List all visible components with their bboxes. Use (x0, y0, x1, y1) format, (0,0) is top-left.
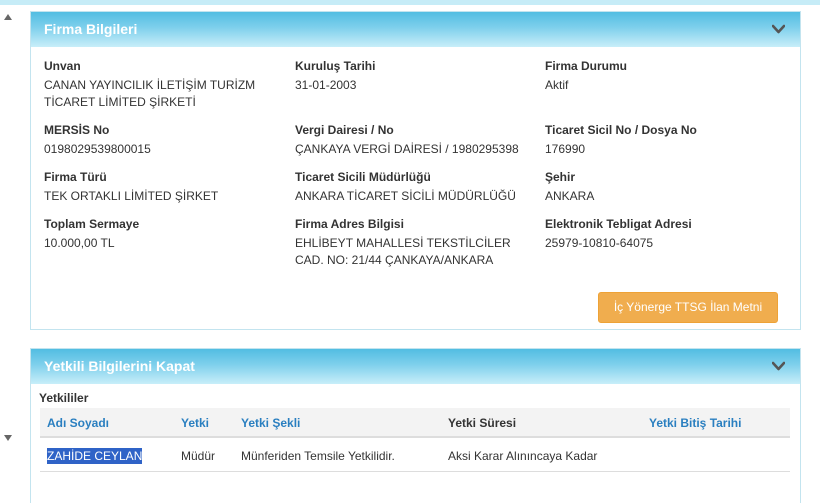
adres-field: Firma Adres Bilgisi EHLİBEYT MAHALLESİ T… (295, 217, 511, 269)
mudurluk-field: Ticaret Sicili Müdürlüğü ANKARA TİCARET … (295, 170, 516, 205)
cell-adi-soyadi: ZAHİDE CEYLAN (47, 448, 143, 464)
chevron-down-icon[interactable] (772, 23, 785, 36)
column-yetki[interactable]: Yetki (181, 416, 209, 430)
column-yetki-bitis-tarihi[interactable]: Yetki Bitiş Tarihi (649, 416, 741, 430)
kurulus-value: 31-01-2003 (295, 78, 357, 92)
mersis-label: MERSİS No (44, 123, 110, 137)
column-adi-soyadi[interactable]: Adı Soyadı (47, 416, 109, 430)
column-yetki-sekli[interactable]: Yetki Şekli (241, 416, 300, 430)
kurulus-label: Kuruluş Tarihi (295, 59, 376, 73)
cell-yetki: Müdür (181, 449, 216, 463)
ic-yonerge-button[interactable]: İç Yönerge TTSG İlan Metni (598, 292, 778, 323)
unvan-line-1: CANAN YAYINCILIK İLETİŞİM TURİZM (44, 78, 256, 92)
yetkili-bilgileri-header[interactable]: Yetkili Bilgilerini Kapat (31, 349, 800, 384)
column-yetki-suresi: Yetki Süresi (448, 416, 517, 430)
durum-value: Aktif (545, 78, 569, 92)
unvan-line-2: TİCARET LİMİTED ŞİRKETİ (44, 95, 196, 109)
panel-title: Firma Bilgileri (44, 21, 138, 37)
tur-field: Firma Türü TEK ORTAKLI LİMİTED ŞİRKET (44, 170, 218, 205)
adres-line-1: EHLİBEYT MAHALLESİ TEKSTİLCİLER (295, 236, 511, 250)
tebligat-value: 25979-10810-64075 (545, 236, 654, 250)
yetkili-bilgileri-panel: Yetkili Bilgilerini Kapat Yetkililer Adı… (30, 348, 801, 503)
sicil-field: Ticaret Sicil No / Dosya No 176990 (545, 123, 697, 158)
selected-text[interactable]: ZAHİDE CEYLAN (47, 448, 143, 464)
firma-bilgileri-panel: Firma Bilgileri Unvan CANAN YAYINCILIK İ… (30, 11, 801, 330)
chevron-down-icon[interactable] (772, 360, 785, 373)
vergi-field: Vergi Dairesi / No ÇANKAYA VERGİ DAİRESİ… (295, 123, 519, 158)
unvan-label: Unvan (44, 59, 81, 73)
sicil-value: 176990 (545, 142, 586, 156)
yetkililer-table-header: Adı Soyadı Yetki Yetki Şekli Yetki Süres… (40, 408, 790, 438)
unvan-field: Unvan CANAN YAYINCILIK İLETİŞİM TURİZM T… (44, 59, 255, 111)
vergi-value: ÇANKAYA VERGİ DAİRESİ / 1980295398 (295, 142, 519, 156)
scroll-up-arrow-icon[interactable] (4, 14, 12, 20)
tebligat-field: Elektronik Tebligat Adresi 25979-10810-6… (545, 217, 692, 252)
unvan-value: CANAN YAYINCILIK İLETİŞİM TURİZM TİCARET… (44, 77, 255, 111)
yetkililer-subtitle: Yetkililer (39, 391, 89, 405)
durum-field: Firma Durumu Aktif (545, 59, 627, 94)
sermaye-field: Toplam Sermaye 10.000,00 TL (44, 217, 139, 252)
tur-value: TEK ORTAKLI LİMİTED ŞİRKET (44, 189, 219, 203)
adres-value: EHLİBEYT MAHALLESİ TEKSTİLCİLER CAD. NO:… (295, 235, 511, 269)
sehir-value: ANKARA (545, 189, 595, 203)
cell-yetki-sekli: Münferiden Temsile Yetkilidir. (241, 449, 395, 463)
sehir-label: Şehir (545, 170, 576, 184)
vergi-label: Vergi Dairesi / No (295, 123, 394, 137)
kurulus-field: Kuruluş Tarihi 31-01-2003 (295, 59, 375, 94)
sehir-field: Şehir ANKARA (545, 170, 594, 205)
mersis-value: 0198029539800015 (44, 142, 151, 156)
firma-bilgileri-header[interactable]: Firma Bilgileri (31, 12, 800, 47)
scroll-down-arrow-icon[interactable] (4, 435, 12, 441)
sermaye-label: Toplam Sermaye (44, 217, 140, 231)
mersis-field: MERSİS No 0198029539800015 (44, 123, 151, 158)
cell-yetki-suresi: Aksi Karar Alınıncaya Kadar (448, 449, 598, 463)
tebligat-label: Elektronik Tebligat Adresi (545, 217, 692, 231)
adres-line-2: CAD. NO: 21/44 ÇANKAYA/ANKARA (295, 253, 494, 267)
panel-title: Yetkili Bilgilerini Kapat (44, 358, 195, 374)
adres-label: Firma Adres Bilgisi (295, 217, 404, 231)
sicil-label: Ticaret Sicil No / Dosya No (545, 123, 697, 137)
top-strip (0, 0, 820, 5)
mudurluk-value: ANKARA TİCARET SİCİLİ MÜDÜRLÜĞÜ (295, 189, 516, 203)
durum-label: Firma Durumu (545, 59, 628, 73)
tur-label: Firma Türü (44, 170, 107, 184)
mudurluk-label: Ticaret Sicili Müdürlüğü (295, 170, 431, 184)
sermaye-value: 10.000,00 TL (44, 236, 115, 250)
table-row: ZAHİDE CEYLAN Müdür Münferiden Temsile Y… (40, 440, 790, 472)
